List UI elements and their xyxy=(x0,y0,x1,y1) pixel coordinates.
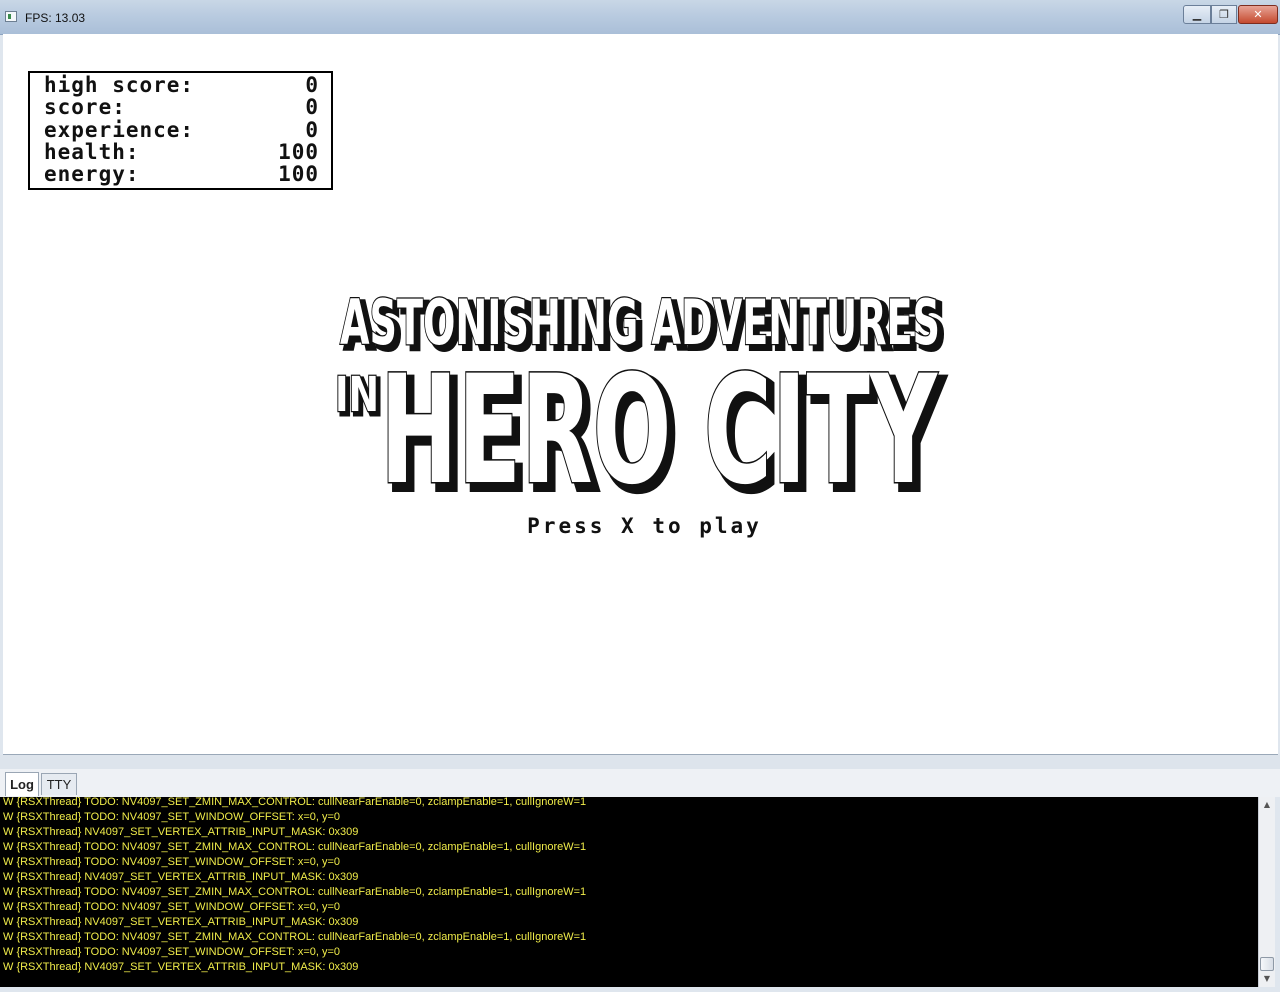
minimize-button[interactable]: ▁ xyxy=(1183,5,1211,24)
stat-label: energy: xyxy=(44,162,140,187)
log-line: W {RSXThread} TODO: NV4097_SET_WINDOW_OF… xyxy=(3,901,341,913)
stat-value: 0 xyxy=(305,95,319,120)
down-arrow-icon[interactable]: ▼ xyxy=(1262,974,1272,984)
experience-row: experience: 0 xyxy=(44,117,319,142)
log-line: W {RSXThread} TODO: NV4097_SET_ZMIN_MAX_… xyxy=(3,797,587,808)
press-to-play-prompt: Press X to play xyxy=(527,514,762,538)
stat-label: high score: xyxy=(44,73,195,97)
stat-value: 0 xyxy=(305,117,319,142)
log-console[interactable]: W {RSXThread} TODO: NV4097_SET_ZMIN_MAX_… xyxy=(0,797,1258,987)
log-line: W {RSXThread} TODO: NV4097_SET_WINDOW_OF… xyxy=(3,856,341,868)
logo-line2: HERO CITY xyxy=(380,344,938,501)
energy-row: energy: 100 xyxy=(44,162,319,187)
maximize-button[interactable]: ❐ xyxy=(1211,5,1237,24)
game-logo: ASTONISHING ADVENTURES ASTONISHING ADVEN… xyxy=(334,286,949,501)
health-row: health: 100 xyxy=(44,139,319,164)
log-line: W {RSXThread} NV4097_SET_VERTEX_ATTRIB_I… xyxy=(3,826,359,838)
high-score-row: high score: 0 xyxy=(44,73,319,97)
log-line: W {RSXThread} TODO: NV4097_SET_WINDOW_OF… xyxy=(3,811,341,823)
stat-label: experience: xyxy=(44,117,195,142)
log-line: W {RSXThread} TODO: NV4097_SET_WINDOW_OF… xyxy=(3,946,341,958)
stat-value: 0 xyxy=(305,73,319,97)
tab-bar: Log TTY xyxy=(0,769,1280,797)
log-line: W {RSXThread} NV4097_SET_VERTEX_ATTRIB_I… xyxy=(3,916,359,928)
log-lines: W {RSXThread} TODO: NV4097_SET_ZMIN_MAX_… xyxy=(0,797,586,975)
game-viewport[interactable]: high score: 0 score: 0 experience: 0 hea… xyxy=(3,34,1278,755)
log-line: W {RSXThread} NV4097_SET_VERTEX_ATTRIB_I… xyxy=(3,961,359,973)
tab-tty[interactable]: TTY xyxy=(41,773,77,795)
score-row: score: 0 xyxy=(44,95,319,120)
log-scrollbar[interactable]: ▲ ▼ xyxy=(1258,797,1275,987)
tab-log[interactable]: Log xyxy=(5,772,39,796)
title-bar[interactable]: FPS: 13.03 ▁ ❐ ✕ xyxy=(0,0,1280,35)
log-line: W {RSXThread} TODO: NV4097_SET_ZMIN_MAX_… xyxy=(3,931,587,943)
stat-label: health: xyxy=(44,139,140,164)
logo-in: IN xyxy=(335,367,379,423)
up-arrow-icon[interactable]: ▲ xyxy=(1262,800,1272,810)
log-line: W {RSXThread} NV4097_SET_VERTEX_ATTRIB_I… xyxy=(3,871,359,883)
log-line: W {RSXThread} TODO: NV4097_SET_ZMIN_MAX_… xyxy=(3,886,587,898)
app-icon[interactable] xyxy=(5,11,17,22)
close-button[interactable]: ✕ xyxy=(1238,5,1278,24)
stat-value: 100 xyxy=(278,162,319,187)
stat-label: score: xyxy=(44,95,126,120)
panel-splitter[interactable] xyxy=(0,755,1280,770)
window-title: FPS: 13.03 xyxy=(25,11,86,25)
stat-value: 100 xyxy=(278,139,319,164)
scroll-thumb[interactable] xyxy=(1260,957,1274,971)
log-line: W {RSXThread} TODO: NV4097_SET_ZMIN_MAX_… xyxy=(3,841,587,853)
stats-panel: high score: 0 score: 0 experience: 0 hea… xyxy=(28,71,333,190)
window-bottom-edge xyxy=(0,987,1280,992)
